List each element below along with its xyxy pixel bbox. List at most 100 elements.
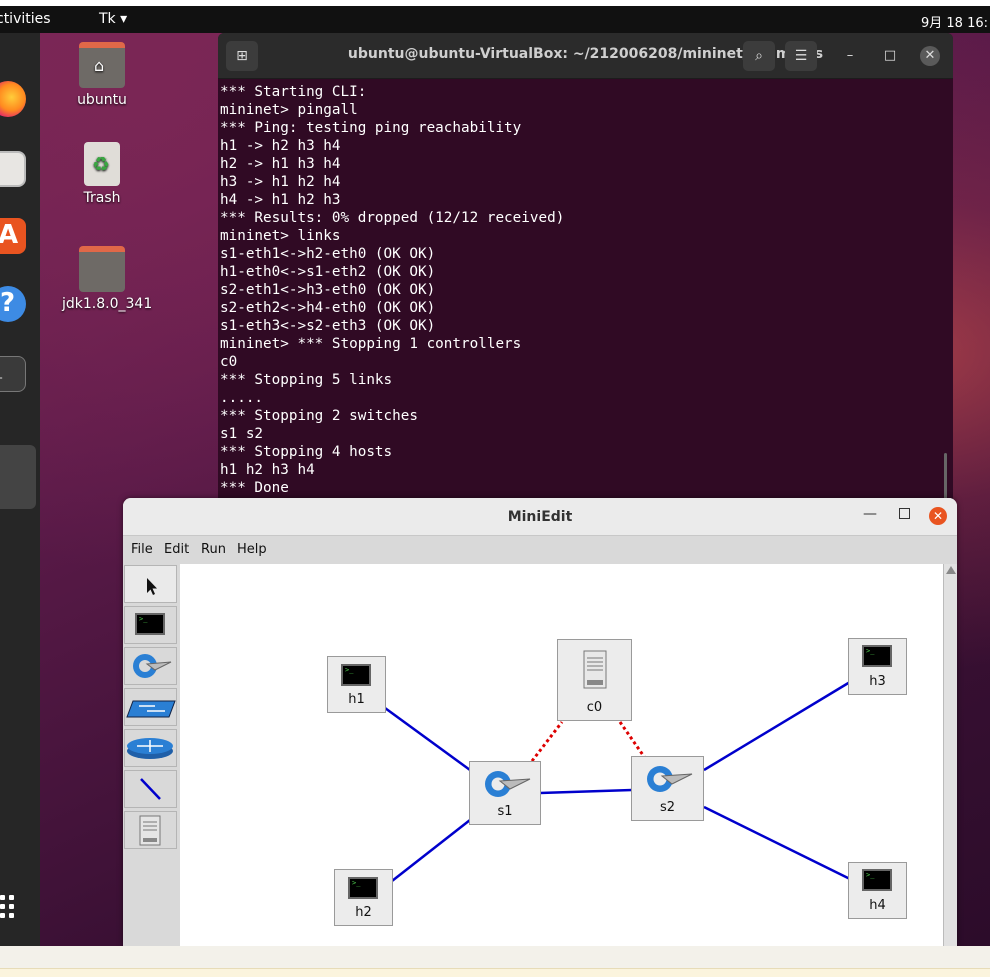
dock-active-app[interactable] [0,445,36,509]
terminal-glyph: _ [0,363,2,379]
terminal-line: h4 -> h1 h2 h3 [220,192,341,208]
link-s2-h3[interactable] [703,680,851,772]
node-label: c0 [586,700,603,715]
tool-palette [123,564,180,946]
maximize-icon[interactable]: □ [880,46,900,66]
terminal-line: *** Stopping 2 switches [220,408,418,424]
host-node-h1[interactable]: h1 [327,656,386,713]
software-icon[interactable]: A [0,218,26,254]
home-folder-icon: ⌂ [79,42,125,88]
host-tool[interactable] [124,606,177,644]
terminal-line: h1-eth0<->s1-eth2 (OK OK) [220,264,436,280]
top-bar: ctivities Tk ▾ 9月 18 16: [0,6,990,33]
terminal-line: s1-eth1<->h2-eth0 (OK OK) [220,246,436,262]
desktop-icon-label: ubuntu [77,92,127,108]
terminal-line: mininet> pingall [220,102,358,118]
control-link-c0-s2[interactable] [618,721,647,759]
terminal-line: *** Stopping 5 links [220,372,393,388]
terminal-line: h1 -> h2 h3 h4 [220,138,341,154]
legacy-router-tool[interactable] [124,729,177,767]
show-applications-icon[interactable] [0,895,20,927]
controller-tool[interactable] [124,811,177,849]
link-tool[interactable] [124,770,177,808]
node-label: h1 [348,692,365,707]
help-icon[interactable]: ? [0,286,26,322]
link-s1-s2[interactable] [539,788,633,795]
terminal-line: *** Done [220,480,289,496]
openflow-switch-icon [647,766,693,792]
menu-help[interactable]: Help [237,542,267,557]
menu-edit[interactable]: Edit [164,542,189,557]
host-icon [341,664,371,686]
host-icon [862,869,892,891]
terminal-output[interactable]: *** Starting CLI: mininet> pingall *** Pin… [220,83,940,497]
minimize-icon[interactable]: – [840,46,860,66]
close-icon[interactable]: ✕ [920,46,940,66]
node-label: h4 [869,898,886,913]
firefox-icon[interactable] [0,81,26,117]
controller-icon [583,650,607,689]
desktop-icon-home[interactable]: ⌂ ubuntu [62,42,142,108]
terminal-line: *** Stopping 4 hosts [220,444,393,460]
scroll-up-icon[interactable] [946,566,956,574]
activities-button[interactable]: ctivities [0,11,51,27]
close-icon[interactable]: ✕ [929,507,947,525]
search-icon[interactable]: ⌕ [743,41,775,71]
host-node-h4[interactable]: h4 [848,862,907,919]
menu-icon[interactable]: ☰ [785,41,817,71]
files-icon[interactable] [0,151,26,187]
miniedit-titlebar[interactable]: MiniEdit — ✕ [123,498,957,536]
folder-icon [79,246,125,292]
desktop-icon-jdk[interactable]: jdk1.8.0_341 [62,246,152,312]
terminal-line: h3 -> h1 h2 h4 [220,174,341,190]
legacy-switch-icon [126,700,176,718]
link-icon [140,778,161,800]
terminal-line: c0 [220,354,238,370]
legacy-switch-tool[interactable] [124,688,177,726]
control-link-c0-s1[interactable] [530,721,564,762]
terminal-window: ⊞ ubuntu@ubuntu-VirtualBox: ~/212006208/… [218,33,953,503]
link-h1-s1[interactable] [384,706,471,772]
clock[interactable]: 9月 18 16: [921,12,988,31]
host-icon [135,613,165,635]
menu-run[interactable]: Run [201,542,226,557]
miniedit-title: MiniEdit [507,509,573,525]
terminal-line: s2-eth1<->h3-eth0 (OK OK) [220,282,436,298]
controller-node-c0[interactable]: c0 [557,639,632,721]
host-node-h3[interactable]: h3 [848,638,907,695]
host-icon [862,645,892,667]
terminal-line: s1 s2 [220,426,264,442]
controller-icon [139,815,161,846]
app-menu[interactable]: Tk ▾ [99,11,127,27]
switch-node-s1[interactable]: s1 [469,761,541,825]
desktop-icon-trash[interactable]: ♻ Trash [62,142,142,206]
bottom-strip [0,946,990,977]
terminal-line: s2-eth2<->h4-eth0 (OK OK) [220,300,436,316]
host-icon [348,877,378,899]
host-node-h2[interactable]: h2 [334,869,393,926]
select-tool[interactable] [124,565,177,603]
link-s2-h4[interactable] [703,805,851,881]
desktop-icon-label: Trash [83,190,121,206]
terminal-icon[interactable]: _ [0,356,26,392]
maximize-icon[interactable] [899,508,910,519]
node-label: h2 [355,905,372,920]
minimize-icon[interactable]: — [863,506,877,522]
menubar: File Edit Run Help [123,536,957,564]
menu-file[interactable]: File [131,542,153,557]
terminal-line: s1-eth3<->s2-eth3 (OK OK) [220,318,436,334]
switch-tool[interactable] [124,647,177,685]
terminal-line: mininet> *** Stopping 1 controllers [220,336,522,352]
node-label: s2 [659,800,676,815]
topology-canvas[interactable]: h1 h2 h3 h4 c0 [180,564,943,946]
terminal-titlebar[interactable]: ⊞ ubuntu@ubuntu-VirtualBox: ~/212006208/… [218,33,953,79]
switch-node-s2[interactable]: s2 [631,756,704,821]
terminal-scrollbar[interactable] [944,453,947,503]
openflow-switch-icon [133,654,172,678]
help-glyph: ? [0,288,16,318]
trash-icon: ♻ [84,142,120,186]
canvas-scrollbar[interactable] [943,564,957,946]
link-h2-s1[interactable] [391,819,471,882]
desktop-icon-label: jdk1.8.0_341 [62,296,153,312]
terminal-line: h1 h2 h3 h4 [220,462,315,478]
